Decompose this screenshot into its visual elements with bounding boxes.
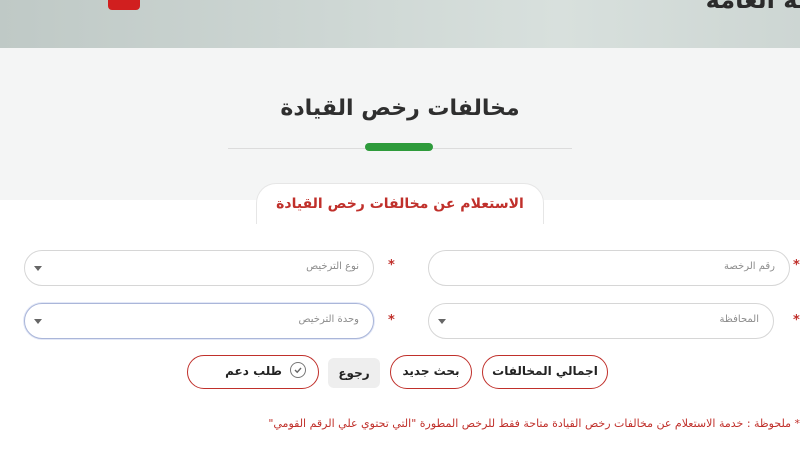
support-request-label: طلب دعم <box>225 364 282 378</box>
required-marker: * <box>388 258 395 273</box>
page-title-section <box>0 48 800 200</box>
licensing-unit-select[interactable]: وحدة الترخيص <box>24 303 374 339</box>
service-note: * ملحوظة : خدمة الاستعلام عن مخالفات رخص… <box>268 417 800 430</box>
licensing-unit-placeholder: وحدة الترخيص <box>298 314 360 325</box>
site-header: ـة العامة <box>0 0 800 48</box>
license-type-placeholder: نوع الترخيص <box>306 261 359 272</box>
title-accent-bar <box>365 143 433 151</box>
new-search-button[interactable]: بحث جديد <box>390 355 472 389</box>
chevron-down-icon <box>34 266 42 271</box>
inquiry-card-title: الاستعلام عن مخالفات رخص القيادة <box>276 196 524 212</box>
required-marker: * <box>793 258 800 273</box>
chevron-down-icon <box>34 319 42 324</box>
chevron-down-icon <box>438 319 446 324</box>
back-button[interactable]: رجوع <box>328 358 380 388</box>
inquiry-card-tab: الاستعلام عن مخالفات رخص القيادة <box>256 183 544 224</box>
support-request-button[interactable]: طلب دعم <box>187 355 319 389</box>
check-circle-icon <box>290 362 306 378</box>
total-violations-button[interactable]: اجمالي المخالفات <box>482 355 608 389</box>
page-title: مخالفات رخص القيادة <box>280 96 520 121</box>
license-number-placeholder: رقم الرخصة <box>723 261 775 272</box>
required-marker: * <box>793 313 800 328</box>
license-number-input[interactable]: رقم الرخصة <box>428 250 790 286</box>
license-type-select[interactable]: نوع الترخيص <box>24 250 374 286</box>
header-red-badge[interactable] <box>108 0 140 10</box>
governorate-placeholder: المحافظة <box>719 314 759 325</box>
site-title: ـة العامة <box>705 0 800 14</box>
governorate-select[interactable]: المحافظة <box>428 303 774 339</box>
required-marker: * <box>388 313 395 328</box>
